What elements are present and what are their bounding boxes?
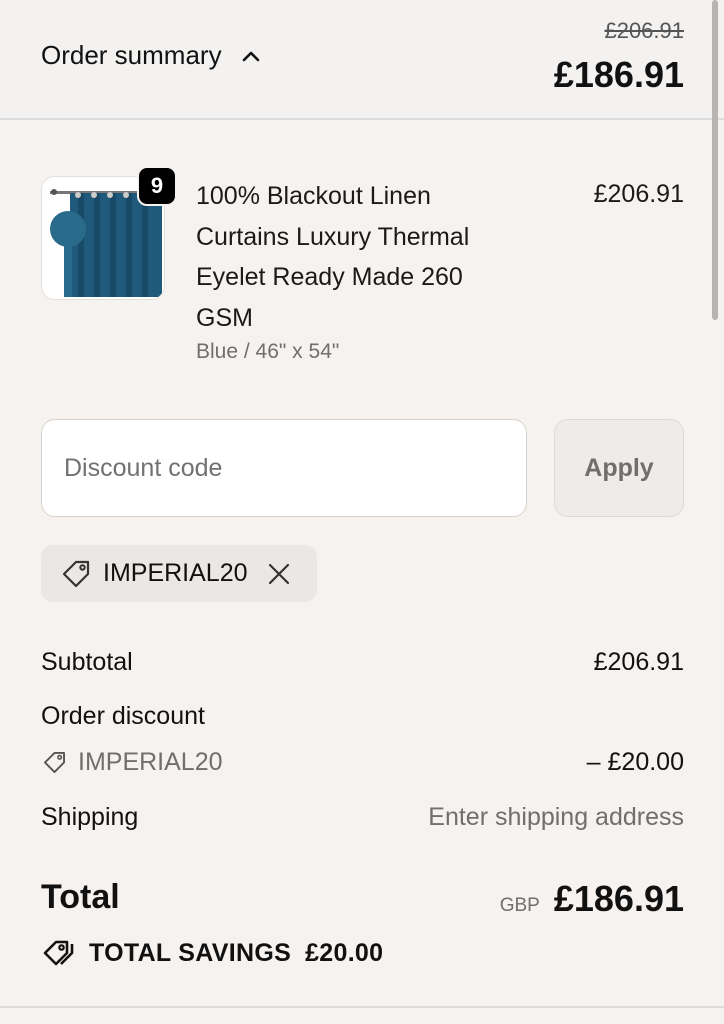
discount-code-input[interactable]: [41, 419, 527, 517]
subtotal-row: Subtotal £206.91: [41, 648, 684, 677]
discount-code-row: IMPERIAL20 – £20.00: [41, 748, 684, 777]
shipping-value: Enter shipping address: [428, 803, 684, 831]
scrollbar[interactable]: [712, 0, 718, 320]
order-discount-label: Order discount: [41, 702, 205, 730]
tag-icon: [44, 752, 65, 773]
order-summary-toggle[interactable]: Order summary: [41, 40, 262, 71]
total-label: Total: [41, 878, 120, 916]
tag-icon: [62, 560, 90, 587]
remove-discount-icon[interactable]: [266, 561, 292, 587]
divider: [0, 1006, 724, 1008]
currency-code: GBP: [499, 895, 540, 916]
discount-value: – £20.00: [586, 748, 684, 776]
product-line-item: 9 100% Blackout Linen Curtains Luxury Th…: [41, 166, 684, 376]
total-savings: TOTAL SAVINGS £20.00: [41, 936, 383, 970]
savings-label: TOTAL SAVINGS: [89, 938, 292, 967]
subtotal-label: Subtotal: [41, 648, 133, 676]
header-total-price: £186.91: [553, 54, 684, 95]
discount-code-text: IMPERIAL20: [78, 748, 223, 776]
shipping-label: Shipping: [41, 803, 139, 831]
product-variant: Blue / 46" x 54": [196, 340, 340, 363]
applied-discount-code: IMPERIAL20: [103, 559, 248, 587]
order-summary-toggle-label: Order summary: [41, 40, 222, 70]
savings-tag-icon: [43, 940, 74, 966]
quantity-badge: 9: [137, 166, 177, 206]
subtotal-value: £206.91: [593, 648, 684, 676]
original-total-price: £206.91: [604, 18, 684, 43]
shipping-row: Shipping Enter shipping address: [41, 803, 684, 832]
order-summary-header: Order summary £206.91 £186.91: [0, 0, 724, 120]
total-value-group: GBP £186.91: [500, 878, 684, 920]
apply-discount-button[interactable]: Apply: [554, 419, 684, 517]
order-discount-row: Order discount: [41, 702, 684, 731]
total-amount: £186.91: [553, 878, 684, 919]
product-price: £206.91: [593, 180, 684, 208]
chevron-up-icon: [242, 51, 259, 61]
product-title: 100% Blackout Linen Curtains Luxury Ther…: [196, 182, 470, 332]
savings-value: £20.00: [305, 938, 384, 967]
applied-discount-tag: IMPERIAL20: [41, 545, 317, 602]
